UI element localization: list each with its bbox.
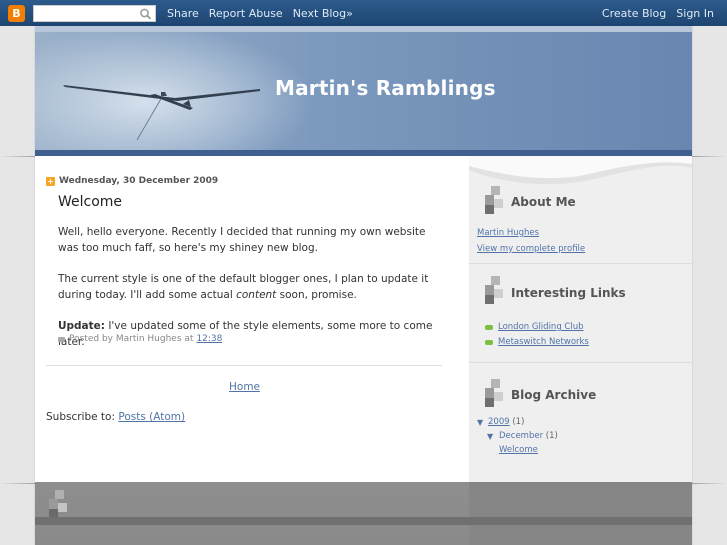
blog-title[interactable]: Martin's Ramblings [275, 76, 496, 100]
sidebar-separator [469, 263, 692, 264]
link-bullet-icon [485, 340, 493, 345]
subscribe-label: Subscribe to: [46, 411, 116, 423]
post-text: soon, promise. [276, 289, 357, 301]
update-label: Update: [58, 320, 105, 332]
archive-month-link[interactable]: December [499, 431, 543, 441]
archive-year-count: (1) [512, 417, 525, 427]
about-me-heading: About Me [511, 195, 576, 209]
post-paragraph-2: The current style is one of the default … [58, 271, 433, 303]
glider-image [63, 85, 260, 140]
archive-year-link[interactable]: 2009 [488, 417, 510, 427]
sidebar-section-icon [485, 186, 503, 214]
post-footer: Posted by Martin Hughes at 12:38 [58, 334, 222, 344]
archive-year-row: 2009 (1) [488, 417, 524, 427]
sidebar-separator [469, 362, 692, 363]
subscribe-posts-link[interactable]: Posts (Atom) [118, 411, 185, 423]
report-abuse-link[interactable]: Report Abuse [209, 7, 283, 20]
post-date: Wednesday, 30 December 2009 [59, 176, 219, 186]
search-box [33, 4, 156, 22]
archive-month-row: December (1) [499, 431, 558, 441]
search-icon[interactable] [139, 8, 153, 20]
sidebar: About Me Martin Hughes View my complete … [469, 156, 692, 482]
link-bullet-icon [485, 325, 493, 330]
sign-in-link[interactable]: Sign In [676, 7, 714, 20]
home-link[interactable]: Home [229, 381, 260, 393]
post-author: Posted by Martin Hughes at [69, 334, 194, 344]
toggle-down-icon[interactable]: ▼ [487, 432, 493, 441]
create-blog-link[interactable]: Create Blog [602, 7, 666, 20]
archive-post-link[interactable]: Welcome [499, 445, 538, 455]
blog-footer [35, 482, 692, 545]
footer-sidebar-shade [469, 482, 692, 545]
blogger-logo-icon[interactable]: B [8, 4, 25, 22]
search-input[interactable] [34, 5, 155, 21]
footer-strip [35, 517, 692, 525]
blog-archive-heading: Blog Archive [511, 388, 597, 402]
post-timestamp-link[interactable]: 12:38 [196, 334, 222, 344]
share-link[interactable]: Share [167, 7, 199, 20]
date-icon: + [46, 176, 55, 186]
profile-name-link[interactable]: Martin Hughes [477, 228, 539, 238]
post-paragraph-1: Well, hello everyone. Recently I decided… [58, 226, 426, 254]
post-icon [58, 336, 65, 342]
metaswitch-networks-link[interactable]: Metaswitch Networks [498, 337, 589, 347]
post-divider [46, 365, 442, 366]
archive-month-count: (1) [545, 431, 558, 441]
subscribe-line: Subscribe to: Posts (Atom) [46, 411, 185, 423]
post-title[interactable]: Welcome [58, 194, 122, 210]
toggle-down-icon[interactable]: ▼ [477, 418, 483, 427]
post-date-header: + Wednesday, 30 December 2009 [46, 176, 218, 186]
interesting-links-heading: Interesting Links [511, 286, 626, 300]
london-gliding-club-link[interactable]: London Gliding Club [498, 322, 584, 332]
blog-header: Martin's Ramblings [35, 32, 692, 156]
sidebar-section-icon [485, 379, 503, 407]
sidebar-section-icon [485, 276, 503, 304]
blogger-navbar: B Share Report Abuse Next Blog» Create B… [0, 0, 727, 26]
view-profile-link[interactable]: View my complete profile [477, 244, 585, 254]
blog-outer-wrapper: Martin's Ramblings + Wednesday, 30 Decem… [35, 26, 692, 545]
main-column: + Wednesday, 30 December 2009 Welcome We… [35, 156, 469, 482]
footer-section-icon [49, 490, 67, 518]
post-emphasis: content [236, 289, 277, 301]
next-blog-link[interactable]: Next Blog» [293, 7, 353, 20]
